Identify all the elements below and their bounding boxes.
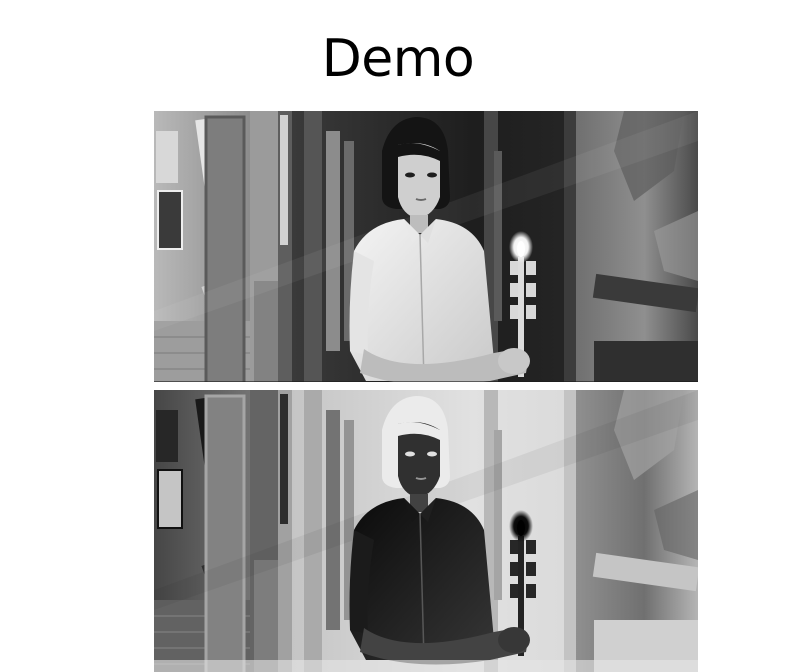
inverted-photo bbox=[154, 390, 698, 672]
page-title: Demo bbox=[321, 29, 475, 89]
original-photo bbox=[154, 111, 698, 382]
